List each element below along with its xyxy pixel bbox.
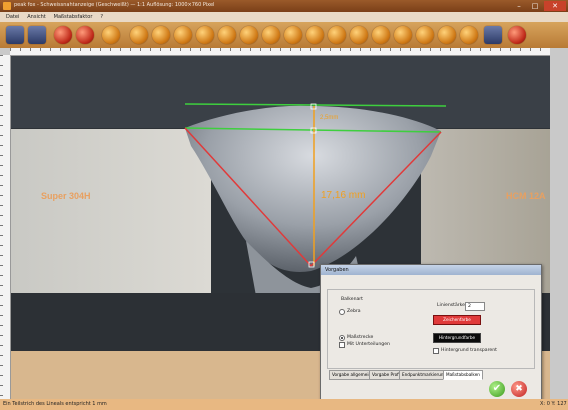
right-material-label: HCM 12A [506, 191, 546, 201]
settings-icon[interactable] [102, 26, 120, 44]
radio-zebra-label: Zebra [347, 309, 361, 314]
radio-massstrecke[interactable] [339, 335, 345, 341]
maximize-button[interactable]: □ [528, 1, 542, 11]
zoom-in-icon[interactable] [372, 26, 390, 44]
menu-bar: Datei Ansicht Maßstabsfaktor ? [0, 12, 568, 22]
radio-massstrecke-label: Maßstrecke [347, 335, 374, 340]
linewidth-label: Linienstärke: [437, 303, 467, 308]
status-coordinates: X: 0 Y: 127 [540, 401, 567, 407]
angle-icon[interactable] [174, 26, 192, 44]
check-unterteilungen[interactable] [339, 342, 345, 348]
dialog-title-bar[interactable]: Vorgaben [321, 265, 541, 275]
open-icon[interactable] [6, 26, 24, 44]
check-transparent-label: Hintergrund transparent [441, 348, 497, 353]
minimize-button[interactable]: – [512, 1, 526, 11]
circle-icon[interactable] [218, 26, 236, 44]
depth-measure-label: 17,16 mm [321, 190, 365, 201]
left-material-label: Super 304H [41, 191, 91, 201]
title-bar: peak fox - Schweissnahtanzeige (Geschwei… [0, 0, 568, 12]
menu-datei[interactable]: Datei [6, 12, 19, 22]
cancel-button[interactable]: ✖ [511, 381, 527, 397]
arc-icon[interactable] [196, 26, 214, 44]
close-tool-icon[interactable] [508, 26, 526, 44]
export-icon[interactable] [76, 26, 94, 44]
palette-icon[interactable] [484, 26, 502, 44]
dialog-title: Vorgaben [325, 267, 349, 273]
background-color-button[interactable]: Hintergrundfarbe [433, 333, 481, 343]
menu-massstab[interactable]: Maßstabsfaktor [54, 12, 93, 22]
refresh-icon[interactable] [240, 26, 258, 44]
check-transparent[interactable] [433, 348, 439, 354]
menu-ansicht[interactable]: Ansicht [27, 12, 45, 22]
status-left-text: Ein Teilstrich des Lineals entspricht 1 … [3, 401, 107, 407]
height-measure-label: 2,5mm [320, 115, 338, 121]
line-icon[interactable] [130, 26, 148, 44]
print-icon[interactable] [54, 26, 72, 44]
measure-icon[interactable] [284, 26, 302, 44]
tab-endpunkt[interactable]: Endpunktmarkierung [399, 370, 450, 380]
close-window-button[interactable]: ✕ [544, 1, 566, 11]
rotate-icon[interactable] [152, 26, 170, 44]
radio-zebra[interactable] [339, 309, 345, 315]
ruler-icon[interactable] [306, 26, 324, 44]
photo-icon[interactable] [350, 26, 368, 44]
window-title: peak fox - Schweissnahtanzeige (Geschwei… [14, 2, 215, 8]
vertical-ruler[interactable] [0, 55, 11, 399]
vorgaben-dialog: Vorgaben Balkenart Zebra Linienstärke: 2… [320, 264, 542, 408]
status-bar: Ein Teilstrich des Lineals entspricht 1 … [0, 399, 568, 410]
zoom-out-icon[interactable] [394, 26, 412, 44]
check-unterteilungen-label: Mit Unterteilungen [347, 342, 390, 347]
linewidth-input[interactable]: 2 [465, 302, 485, 311]
save-icon[interactable] [28, 26, 46, 44]
area-icon[interactable] [328, 26, 346, 44]
polygon-icon[interactable] [262, 26, 280, 44]
left-plate [11, 129, 211, 293]
balkenart-label: Balkenart [341, 297, 363, 302]
zoom-fit-icon[interactable] [416, 26, 434, 44]
toolbar [0, 22, 568, 48]
tab-massstabsbalken[interactable]: Maßstabsbalken [443, 370, 483, 380]
drawing-color-button[interactable]: Zeichenfarbe [433, 315, 481, 325]
layer-icon[interactable] [460, 26, 478, 44]
pan-icon[interactable] [438, 26, 456, 44]
horizontal-ruler[interactable] [10, 48, 550, 56]
ok-button[interactable]: ✔ [489, 381, 505, 397]
tab-vorgabe-allgemein[interactable]: Vorgabe allgemein [329, 370, 375, 380]
app-icon [3, 2, 11, 10]
menu-help[interactable]: ? [100, 12, 103, 22]
